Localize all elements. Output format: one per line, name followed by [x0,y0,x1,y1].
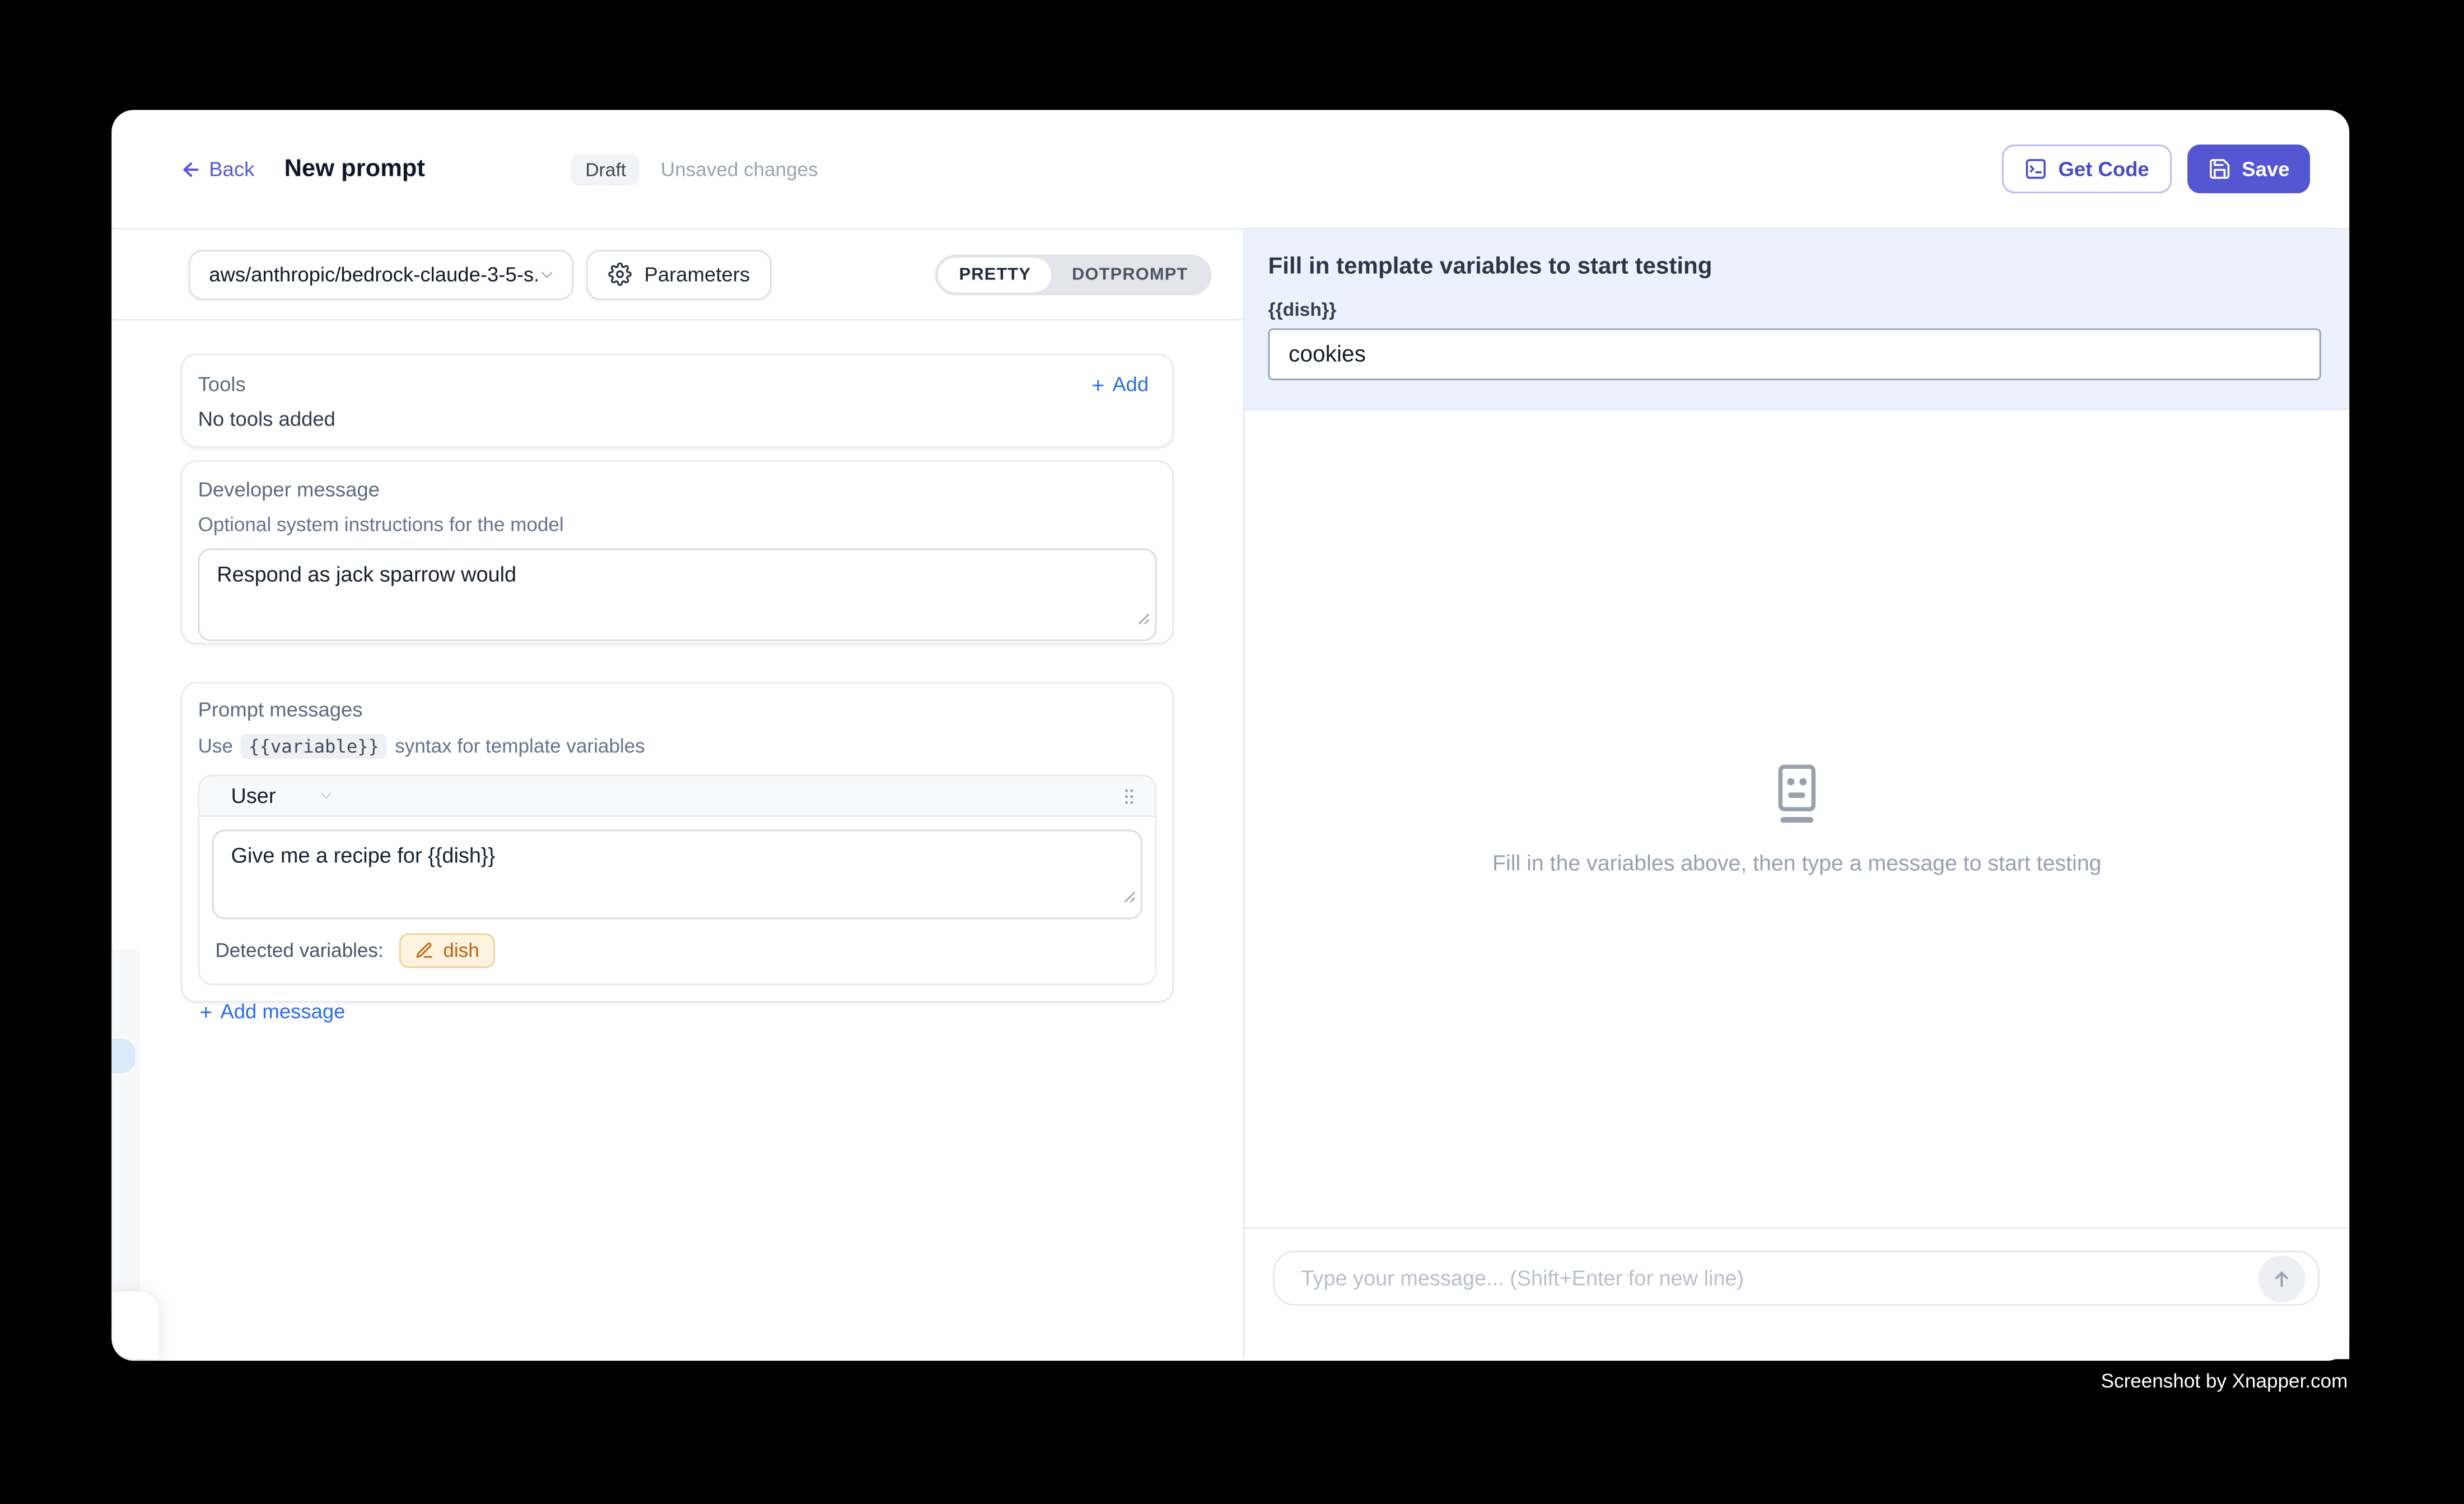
chat-composer [1244,1227,2349,1360]
subtitle-prefix: Use [198,735,233,757]
back-arrow-icon [178,158,199,180]
developer-message-title: Developer message [198,478,1157,501]
arrow-up-icon [2271,1268,2293,1290]
toggle-dotprompt[interactable]: DOTPROMPT [1052,257,1208,292]
developer-message-section: Developer message Optional system instru… [181,460,1174,644]
message-textarea[interactable]: Give me a recipe for {{dish}} [212,830,1142,919]
format-toggle: PRETTY DOTPROMPT [936,254,1212,295]
edge-popover-fragment [111,1292,158,1360]
back-button[interactable]: Back [178,157,254,181]
chat-empty-text: Fill in the variables above, then type a… [1492,849,2102,875]
save-icon [2208,157,2231,181]
chat-input-box [1273,1251,2320,1306]
role-label: User [231,784,276,807]
editor-toolbar: aws/anthropic/bedrock-claude-3-5-s... Pa… [111,230,1243,321]
screenshot-stage: Back New prompt Draft Unsaved changes Ge… [0,0,2464,1503]
developer-message-subtitle: Optional system instructions for the mod… [198,514,1157,536]
editor-content: Tools + Add No tools added Developer mes… [111,320,1243,1002]
page-title: New prompt [284,155,425,183]
chat-message-input[interactable] [1275,1267,2318,1290]
sidebar-active-item-highlight [111,1039,135,1073]
variable-syntax-chip: {{variable}} [241,734,387,759]
chevron-down-icon [316,787,334,805]
role-selector[interactable]: User [231,784,334,807]
tools-empty-text: No tools added [198,407,1149,431]
message-block: User G [198,774,1157,985]
get-code-button[interactable]: Get Code [2002,144,2171,193]
message-body: Give me a recipe for {{dish}} Detected v… [199,817,1155,983]
prompt-messages-subtitle: Use {{variable}} syntax for template var… [198,734,1157,759]
variable-value-input[interactable] [1268,328,2321,380]
chevron-down-icon [538,265,557,284]
prompt-messages-section: Prompt messages Use {{variable}} syntax … [181,682,1174,1002]
template-variables-section: Fill in template variables to start test… [1244,230,2349,410]
plus-icon: + [1091,373,1104,395]
add-message-button[interactable]: + Add message [199,999,1156,1023]
toggle-pretty[interactable]: PRETTY [939,257,1051,292]
prompt-messages-title: Prompt messages [198,698,1157,721]
tools-title: Tools [198,372,246,396]
save-button[interactable]: Save [2187,144,2310,193]
get-code-label: Get Code [2059,157,2149,181]
gear-icon [608,263,632,286]
test-panel: Fill in template variables to start test… [1244,230,2349,1360]
detected-variables-row: Detected variables: dish [212,933,1142,971]
status-badge: Draft [571,153,641,185]
parameters-label: Parameters [645,263,750,286]
variable-chip-dish[interactable]: dish [399,933,495,968]
model-selector[interactable]: aws/anthropic/bedrock-claude-3-5-s... [189,249,573,300]
main-split: aws/anthropic/bedrock-claude-3-5-s... Pa… [111,230,2349,1360]
app-window: Back New prompt Draft Unsaved changes Ge… [111,110,2349,1361]
template-variables-title: Fill in template variables to start test… [1268,253,2321,280]
plus-icon: + [199,1000,212,1022]
terminal-icon [2024,157,2047,181]
variable-chip-label: dish [443,940,479,961]
message-header: User [199,776,1155,817]
prompt-editor-panel: aws/anthropic/bedrock-claude-3-5-s... Pa… [111,230,1244,1360]
chat-empty-state: Fill in the variables above, then type a… [1244,410,2349,1227]
add-tool-label: Add [1112,372,1149,396]
add-message-label: Add message [220,999,345,1023]
send-button[interactable] [2258,1255,2305,1302]
app-header: Back New prompt Draft Unsaved changes Ge… [111,110,2349,229]
variable-name-label: {{dish}} [1268,298,2321,320]
developer-message-textarea[interactable]: Respond as jack sparrow would [198,548,1157,641]
pencil-icon [415,941,434,960]
watermark: Screenshot by Xnapper.com [2101,1370,2348,1392]
robot-face-icon [1777,763,1817,824]
unsaved-changes-note: Unsaved changes [661,158,818,180]
subtitle-suffix: syntax for template variables [395,735,645,757]
parameters-button[interactable]: Parameters [586,249,772,300]
back-label: Back [209,157,254,181]
tools-section: Tools + Add No tools added [181,353,1174,447]
add-tool-button[interactable]: + Add [1091,372,1149,396]
model-selector-value: aws/anthropic/bedrock-claude-3-5-s... [209,263,537,286]
detected-variables-label: Detected variables: [215,940,383,961]
header-actions: Get Code Save [2002,144,2310,193]
collapsed-sidebar-strip [111,949,140,1292]
drag-handle-icon[interactable] [1119,785,1139,807]
save-label: Save [2242,157,2289,181]
